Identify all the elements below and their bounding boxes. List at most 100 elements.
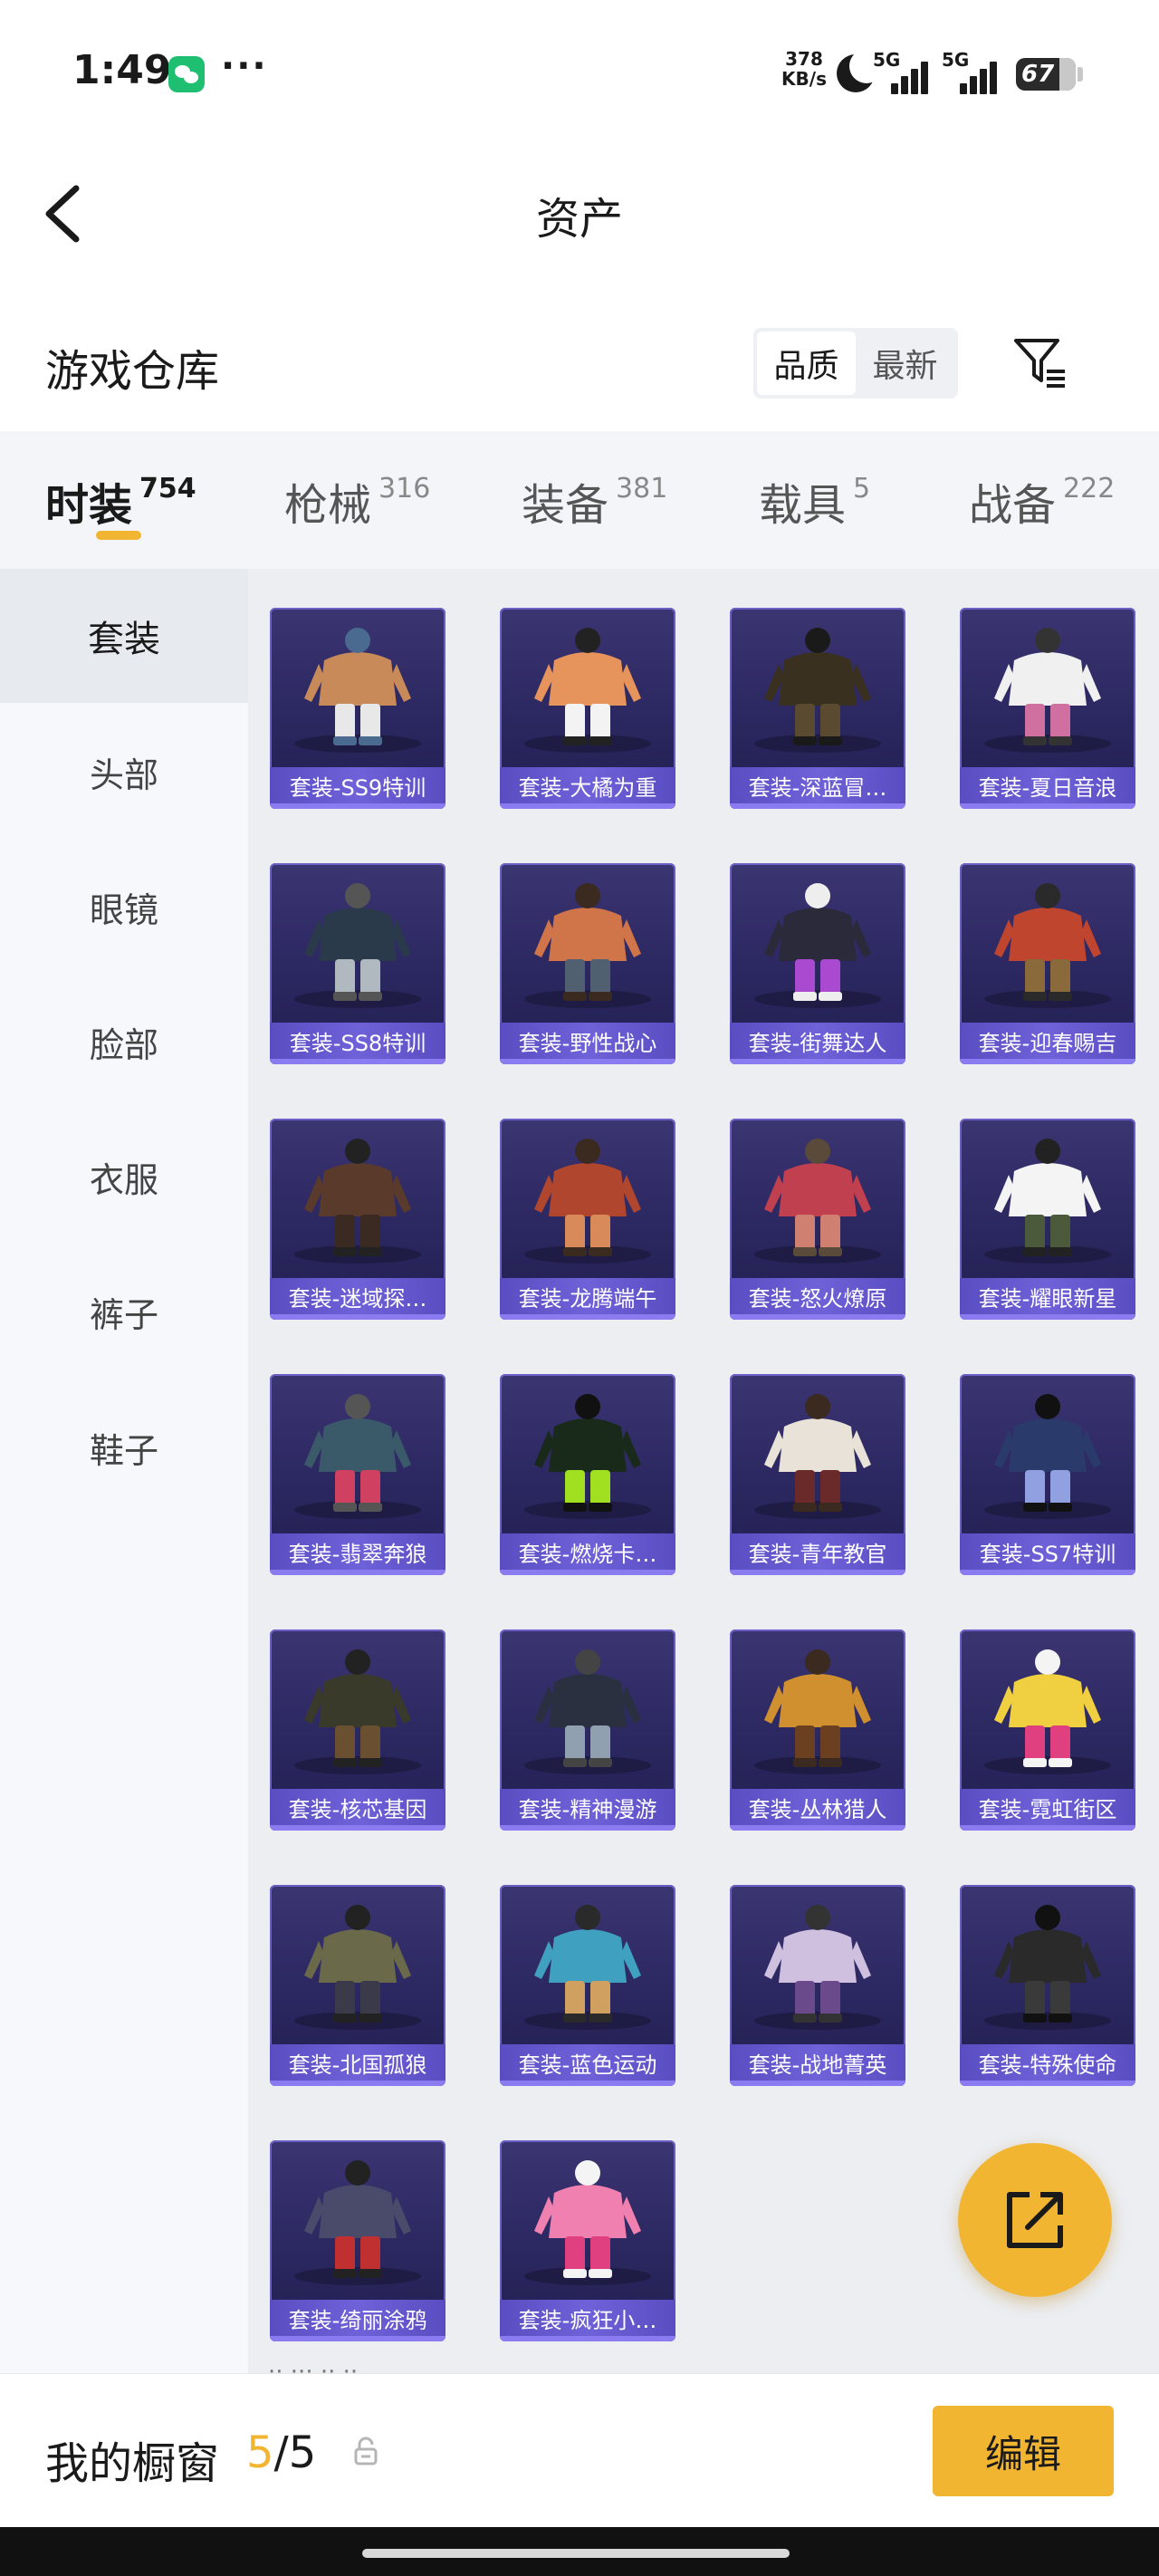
rarity-bar — [500, 803, 675, 809]
rarity-bar — [500, 1059, 675, 1064]
home-gesture-bar[interactable] — [362, 2549, 790, 2558]
rarity-bar — [270, 1059, 445, 1064]
outfit-card[interactable]: 套装-龙腾端午 — [500, 1119, 675, 1320]
outfit-card[interactable]: 套装-绮丽涂鸦 — [270, 2140, 445, 2341]
outfit-card-label: 套装-夏日音浪 — [960, 767, 1135, 803]
outfit-card-label: 套装-龙腾端午 — [500, 1278, 675, 1314]
outfit-thumbnail — [730, 1119, 905, 1274]
outfit-thumbnail — [500, 2140, 675, 2296]
outfit-card[interactable]: 套装-深蓝冒… — [730, 608, 905, 809]
outfit-card[interactable]: 套装-北国孤狼 — [270, 1885, 445, 2086]
filter-icon — [1014, 339, 1065, 388]
sidebar: 套装 头部 眼镜 脸部 衣服 裤子 鞋子 — [0, 569, 248, 2380]
status-time: 1:49 — [72, 47, 172, 93]
outfit-card[interactable]: 套装-战地菁英 — [730, 1885, 905, 2086]
outfit-thumbnail — [960, 1885, 1135, 2041]
outfit-card[interactable]: 套装-丛林猎人 — [730, 1629, 905, 1831]
rarity-bar — [730, 2081, 905, 2086]
outfit-card-label: 套装-特殊使命 — [960, 2044, 1135, 2081]
active-tab-indicator — [96, 531, 141, 540]
outfit-card[interactable]: 套装-迎春赐吉 — [960, 863, 1135, 1064]
rarity-bar — [730, 1314, 905, 1320]
outfit-thumbnail — [500, 1629, 675, 1785]
rarity-bar — [500, 2336, 675, 2341]
outfit-card-label: 套装-北国孤狼 — [270, 2044, 445, 2081]
outfit-card[interactable]: 套装-怒火燎原 — [730, 1119, 905, 1320]
outfit-card-label: 套装-精神漫游 — [500, 1789, 675, 1825]
rarity-bar — [270, 1825, 445, 1831]
tab-vehicles[interactable]: 载具 5 — [759, 469, 870, 542]
outfit-card[interactable]: 套装-蓝色运动 — [500, 1885, 675, 2086]
battery-icon: 67 — [1016, 58, 1076, 91]
rarity-bar — [730, 1570, 905, 1575]
rarity-bar — [960, 2081, 1135, 2086]
outfit-thumbnail — [960, 1119, 1135, 1274]
outfit-card-label: 套装-街舞达人 — [730, 1023, 905, 1059]
outfit-card[interactable]: 套装-夏日音浪 — [960, 608, 1135, 809]
outfit-card[interactable]: 套装-霓虹街区 — [960, 1629, 1135, 1831]
showcase-label: 我的橱窗 — [45, 2438, 220, 2489]
outfit-card[interactable]: 套装-青年教官 — [730, 1374, 905, 1575]
outfit-thumbnail — [960, 608, 1135, 764]
outfit-card[interactable]: 套装-特殊使命 — [960, 1885, 1135, 2086]
outfit-card[interactable]: 套装-燃烧卡… — [500, 1374, 675, 1575]
outfit-thumbnail — [960, 863, 1135, 1019]
sort-by-quality[interactable]: 品质 — [757, 332, 856, 395]
rarity-bar — [500, 2081, 675, 2086]
edit-button[interactable]: 编辑 — [933, 2406, 1114, 2496]
outfit-card[interactable]: 套装-疯狂小… — [500, 2140, 675, 2341]
outfit-card[interactable]: 套装-SS7特训 — [960, 1374, 1135, 1575]
outfit-card[interactable]: 套装-大橘为重 — [500, 608, 675, 809]
outfit-card-label: 套装-迎春赐吉 — [960, 1023, 1135, 1059]
sort-by-newest[interactable]: 最新 — [856, 332, 954, 395]
rarity-bar — [270, 2336, 445, 2341]
outfit-thumbnail — [730, 1629, 905, 1785]
tab-equipment[interactable]: 装备 381 — [522, 469, 667, 542]
outfit-card[interactable]: 套装-野性战心 — [500, 863, 675, 1064]
signal-icon-1: 5G — [873, 49, 928, 94]
sidebar-item-shoes[interactable]: 鞋子 — [0, 1380, 248, 1514]
item-grid: 套装-SS9特训 套装-大橘为重 套装-深蓝冒… 套装-夏日音浪 套装-SS8特训 套装-… — [248, 569, 1159, 2380]
rarity-bar — [500, 1314, 675, 1320]
outfit-card-label: 套装-疯狂小… — [500, 2300, 675, 2336]
outfit-card[interactable]: 套装-耀眼新星 — [960, 1119, 1135, 1320]
outfit-thumbnail — [270, 1374, 445, 1530]
filter-button[interactable] — [1011, 332, 1070, 391]
sidebar-item-pants[interactable]: 裤子 — [0, 1245, 248, 1379]
outfit-thumbnail — [270, 2140, 445, 2296]
tab-guns[interactable]: 枪械 316 — [284, 469, 430, 542]
share-export-icon — [1007, 2192, 1063, 2248]
rarity-bar — [730, 1825, 905, 1831]
rarity-bar — [500, 1825, 675, 1831]
outfit-thumbnail — [730, 1885, 905, 2041]
outfit-thumbnail — [500, 863, 675, 1019]
rarity-bar — [270, 2081, 445, 2086]
lock-icon — [354, 2437, 378, 2465]
share-button[interactable] — [958, 2143, 1112, 2297]
outfit-thumbnail — [500, 608, 675, 764]
sidebar-item-glasses[interactable]: 眼镜 — [0, 840, 248, 974]
status-bar: 1:49 ··· 378 KB/s 5G 5G 67 — [0, 0, 1159, 145]
outfit-card[interactable]: 套装-SS8特训 — [270, 863, 445, 1064]
tab-combat-prep[interactable]: 战备 222 — [969, 469, 1115, 542]
outfit-card-label: 套装-怒火燎原 — [730, 1278, 905, 1314]
outfit-card-label: 套装-深蓝冒… — [730, 767, 905, 803]
outfit-card-label: 套装-绮丽涂鸦 — [270, 2300, 445, 2336]
outfit-thumbnail — [270, 1885, 445, 2041]
warehouse-title: 游戏仓库 — [45, 346, 220, 397]
rarity-bar — [960, 1059, 1135, 1064]
outfit-card[interactable]: 套装-精神漫游 — [500, 1629, 675, 1831]
outfit-card[interactable]: 套装-街舞达人 — [730, 863, 905, 1064]
sidebar-item-head[interactable]: 头部 — [0, 705, 248, 839]
sidebar-item-face[interactable]: 脸部 — [0, 975, 248, 1109]
outfit-card-label: 套装-SS8特训 — [270, 1023, 445, 1059]
sidebar-item-clothes[interactable]: 衣服 — [0, 1110, 248, 1244]
outfit-card[interactable]: 套装-SS9特训 — [270, 608, 445, 809]
outfit-card-label: 套装-蓝色运动 — [500, 2044, 675, 2081]
outfit-card[interactable]: 套装-核芯基因 — [270, 1629, 445, 1831]
outfit-card[interactable]: 套装-翡翠奔狼 — [270, 1374, 445, 1575]
sidebar-item-outfit[interactable]: 套装 — [0, 569, 248, 703]
outfit-card-label: 套装-SS7特训 — [960, 1533, 1135, 1570]
outfit-card[interactable]: 套装-迷域探… — [270, 1119, 445, 1320]
rarity-bar — [730, 1059, 905, 1064]
